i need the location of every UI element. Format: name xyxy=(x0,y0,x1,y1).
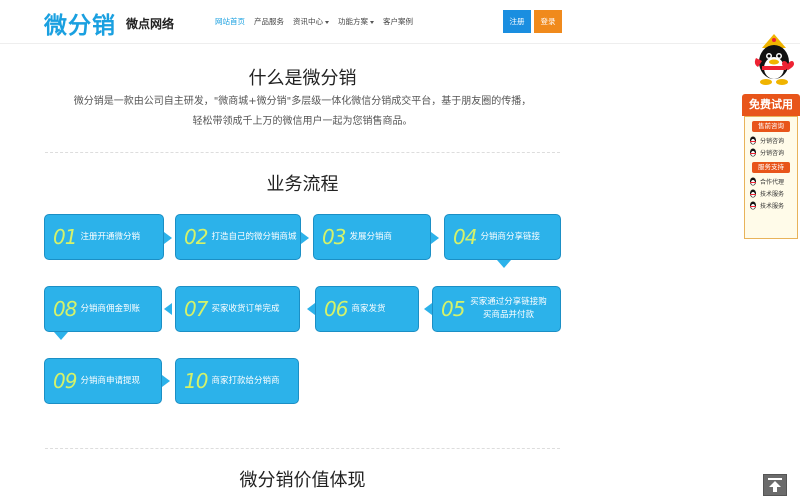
step-number: 03 xyxy=(322,225,346,249)
arrow-right-icon xyxy=(164,232,172,244)
section-title-what: 什么是微分销 xyxy=(248,68,357,89)
back-to-top-button[interactable] xyxy=(763,474,787,496)
process-step: 06 商家发货 xyxy=(315,286,419,332)
step-number: 05 xyxy=(441,297,465,321)
arrow-left-icon xyxy=(424,303,432,315)
presale-item-label: 分销咨询 xyxy=(760,149,785,157)
nav-news-label: 资讯中心 xyxy=(293,17,323,26)
support-item-label: 技术服务 xyxy=(760,190,785,198)
side-panel: 售前咨询 分销咨询 分销咨询 服务支持 合作代理 技术服务 技术服务 xyxy=(744,116,798,239)
support-item-label: 技术服务 xyxy=(760,202,785,210)
top-header: 微分销 微点网络 网站首页 产品服务 资讯中心 功能方案 客户案例 注册 登录 xyxy=(0,0,800,44)
qq-icon xyxy=(750,177,756,185)
step-number: 01 xyxy=(53,225,77,249)
step-label: 分销商申请提现 xyxy=(80,375,140,386)
step-label: 买家收货订单完成 xyxy=(211,303,280,314)
side-service-widget: 免费试用 售前咨询 分销咨询 分销咨询 服务支持 合作代理 技术服务 技术服务 xyxy=(742,28,800,243)
divider xyxy=(45,448,560,449)
login-button[interactable]: 登录 xyxy=(534,10,562,33)
arrow-right-icon xyxy=(431,232,439,244)
qq-icon xyxy=(750,201,756,209)
nav-solutions[interactable]: 功能方案 xyxy=(338,16,374,27)
process-step: 10 商家打款给分销商 xyxy=(175,358,299,404)
qq-penguin-icon xyxy=(754,34,794,85)
qq-icon xyxy=(750,136,756,144)
nav-solutions-label: 功能方案 xyxy=(338,17,368,26)
process-step: 01 注册开通微分销 xyxy=(44,214,164,260)
process-step: 04 分销商分享链接 xyxy=(444,214,561,260)
step-label: 发展分销商 xyxy=(349,231,392,242)
register-button[interactable]: 注册 xyxy=(503,10,531,33)
arrow-down-icon xyxy=(54,332,68,340)
step-label: 分销商佣金到账 xyxy=(80,303,140,314)
step-number: 08 xyxy=(53,297,77,321)
step-label: 买家通过分享链接购买商品并付款 xyxy=(470,297,547,320)
logo-subtitle: 微点网络 xyxy=(126,16,175,31)
process-step: 05 买家通过分享链接购买商品并付款 xyxy=(432,286,561,332)
arrow-left-icon xyxy=(164,303,172,315)
arrow-right-icon xyxy=(162,375,170,387)
nav-cases[interactable]: 客户案例 xyxy=(383,16,413,27)
nav-products[interactable]: 产品服务 xyxy=(254,16,284,27)
presale-item[interactable]: 分销咨询 xyxy=(745,134,797,146)
support-item[interactable]: 合作代理 xyxy=(745,175,797,187)
process-step: 02 打造自己的微分销商城 xyxy=(175,214,301,260)
process-step: 07 买家收货订单完成 xyxy=(175,286,300,332)
qq-icon xyxy=(750,189,756,197)
intro-line-1: 微分销是一款由公司自主研发，"微商城+微分销"多层级一体化微信分销成交平台，基于… xyxy=(73,96,532,107)
step-label: 注册开通微分销 xyxy=(80,231,140,242)
logo-text: 微分销 xyxy=(44,13,116,39)
presale-header: 售前咨询 xyxy=(752,121,790,132)
presale-item-label: 分销咨询 xyxy=(760,137,785,145)
presale-item[interactable]: 分销咨询 xyxy=(745,146,797,158)
arrow-down-icon xyxy=(497,260,511,268)
step-number: 09 xyxy=(53,369,77,393)
arrow-right-icon xyxy=(301,232,309,244)
main-nav: 网站首页 产品服务 资讯中心 功能方案 客户案例 xyxy=(215,16,413,27)
process-step: 08 分销商佣金到账 xyxy=(44,286,162,332)
chevron-down-icon xyxy=(370,20,374,24)
step-label: 打造自己的微分销商城 xyxy=(211,231,297,242)
arrow-left-icon xyxy=(307,303,315,315)
step-label: 商家发货 xyxy=(351,303,386,314)
step-number: 02 xyxy=(184,225,208,249)
divider xyxy=(45,152,560,153)
step-number: 07 xyxy=(184,297,208,321)
process-step: 09 分销商申请提现 xyxy=(44,358,162,404)
chevron-down-icon xyxy=(325,20,329,24)
support-header: 服务支持 xyxy=(752,162,790,173)
process-step: 03 发展分销商 xyxy=(313,214,431,260)
step-number: 04 xyxy=(453,225,477,249)
section-title-process: 业务流程 xyxy=(266,174,339,195)
logo[interactable]: 微分销 微点网络 xyxy=(44,6,174,40)
arrow-up-icon xyxy=(768,478,782,492)
support-item-label: 合作代理 xyxy=(760,178,785,186)
qq-icon xyxy=(750,148,756,156)
step-number: 06 xyxy=(324,297,348,321)
step-number: 10 xyxy=(184,369,208,393)
free-trial-button[interactable]: 免费试用 xyxy=(742,94,800,116)
intro-line-2: 轻松带领成千上万的微信用户一起为您销售商品。 xyxy=(192,116,413,127)
support-item[interactable]: 技术服务 xyxy=(745,199,797,211)
nav-news[interactable]: 资讯中心 xyxy=(293,16,329,27)
nav-home[interactable]: 网站首页 xyxy=(215,16,245,27)
support-item[interactable]: 技术服务 xyxy=(745,187,797,199)
step-label: 商家打款给分销商 xyxy=(211,375,280,386)
step-label: 分销商分享链接 xyxy=(480,231,540,242)
section-title-value: 微分销价值体现 xyxy=(239,470,366,491)
